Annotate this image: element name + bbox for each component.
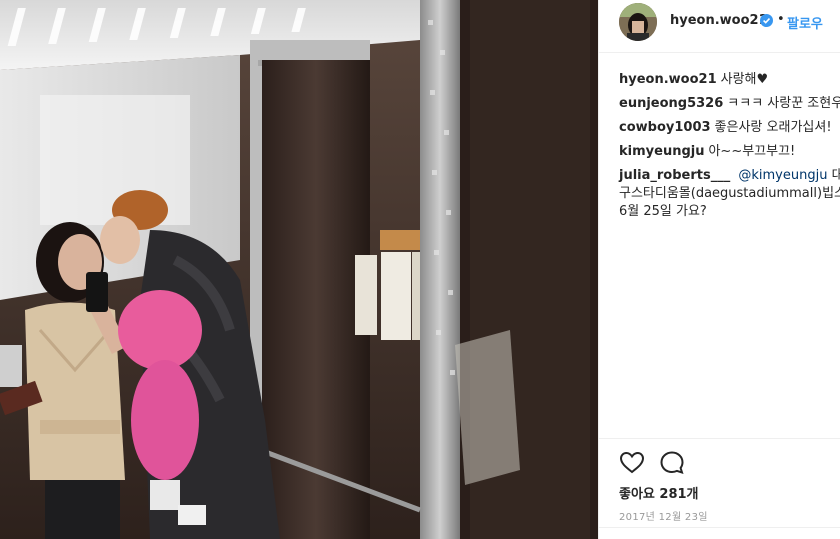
- post-side-panel: hyeon.woo21 • 팔로우 hyeon.woo21 사랑해♥ eunjeo…: [598, 0, 840, 539]
- comment-username[interactable]: julia_roberts___: [619, 168, 730, 183]
- comment-item: eunjeong5326 ㅋㅋㅋ 사랑꾼 조현우: [619, 95, 840, 113]
- footer-divider: [599, 527, 840, 528]
- comment-text: 사랑해♥: [720, 72, 769, 87]
- post-photo[interactable]: [0, 0, 598, 539]
- post-header: hyeon.woo21 • 팔로우: [599, 0, 840, 52]
- avatar-image: [619, 3, 657, 41]
- comment-item: kimyeungju 아~~부끄부끄!: [619, 143, 840, 161]
- header-divider: [599, 52, 840, 53]
- comment-text: 아~~부끄부끄!: [708, 144, 796, 159]
- verified-badge-icon: [760, 14, 773, 27]
- comment-item: hyeon.woo21 사랑해♥: [619, 71, 840, 89]
- actions-divider: [599, 438, 840, 439]
- comment-username[interactable]: eunjeong5326: [619, 96, 723, 111]
- header-separator: •: [777, 12, 785, 27]
- comment-item: julia_roberts___ @kimyeungju 대구스타디움몰(dae…: [619, 167, 840, 221]
- comment-username[interactable]: hyeon.woo21: [619, 72, 717, 87]
- comment-username[interactable]: kimyeungju: [619, 144, 704, 159]
- like-count[interactable]: 좋아요 281개: [619, 483, 699, 502]
- elevator-selfie-image: [0, 0, 598, 539]
- comment-mention[interactable]: @kimyeungju: [738, 168, 827, 183]
- comment-username[interactable]: cowboy1003: [619, 120, 711, 135]
- post-date: 2017년 12월 23일: [619, 512, 708, 523]
- follow-button[interactable]: 팔로우: [787, 13, 823, 32]
- avatar[interactable]: [619, 3, 657, 41]
- comment-bubble-icon[interactable]: [659, 450, 685, 476]
- comment-text: 좋은사랑 오래가십셔!: [714, 120, 832, 135]
- heart-icon[interactable]: [619, 450, 645, 476]
- comments-list: hyeon.woo21 사랑해♥ eunjeong5326 ㅋㅋㅋ 사랑꾼 조현우 …: [619, 71, 840, 227]
- comment-item: cowboy1003 좋은사랑 오래가십셔!: [619, 119, 840, 137]
- author-username[interactable]: hyeon.woo21: [670, 13, 768, 28]
- comment-text: ㅋㅋㅋ 사랑꾼 조현우: [727, 96, 840, 111]
